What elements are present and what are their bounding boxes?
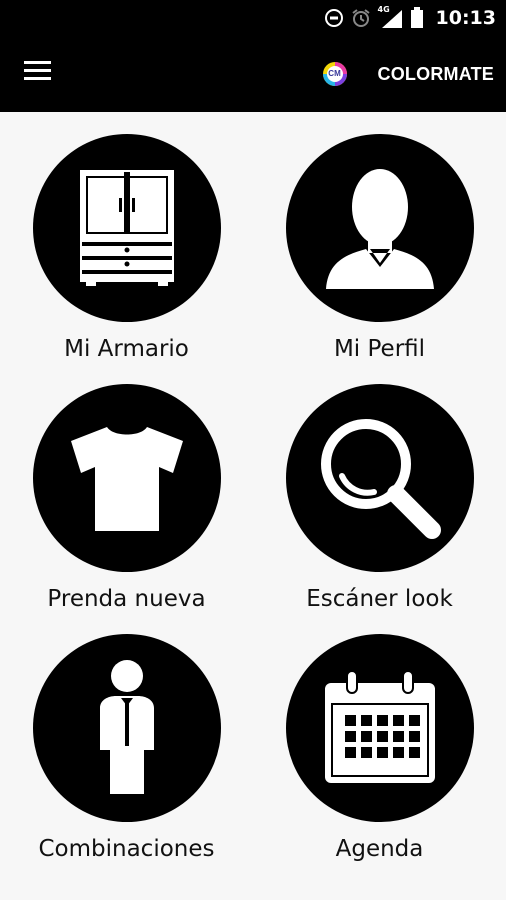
tshirt-icon	[70, 427, 183, 531]
mi-perfil-label: Mi Perfil	[333, 336, 426, 362]
sync-icon	[324, 8, 344, 28]
network-type-label: 4G	[377, 5, 390, 14]
battery-icon	[410, 7, 424, 29]
combinaciones-label: Combinaciones	[38, 836, 215, 862]
mi-armario-label: Mi Armario	[64, 336, 189, 362]
agenda-label: Agenda	[335, 836, 424, 862]
mi-armario-button[interactable]: Mi Armario	[0, 112, 253, 362]
logo-text: CM	[328, 69, 341, 78]
signal-icon: 4G	[377, 5, 404, 29]
hamburger-menu-icon[interactable]	[24, 60, 56, 86]
calendar-icon	[324, 670, 435, 783]
mi-armario-circle	[32, 134, 221, 322]
menu-grid: Mi Armario Mi Perfil Prenda nueva Escáne…	[0, 112, 506, 900]
mi-perfil-circle	[285, 134, 474, 322]
brand: CM COLORMATE	[322, 60, 494, 88]
prenda-nueva-circle	[32, 384, 221, 572]
combinaciones-button[interactable]: Combinaciones	[0, 612, 253, 862]
wardrobe-icon	[79, 170, 174, 286]
status-time: 10:13	[435, 7, 496, 29]
prenda-nueva-label: Prenda nueva	[47, 586, 206, 612]
escaner-look-button[interactable]: Escáner look	[253, 362, 506, 612]
prenda-nueva-button[interactable]: Prenda nueva	[0, 362, 253, 612]
escaner-look-circle	[285, 384, 474, 572]
mi-perfil-button[interactable]: Mi Perfil	[253, 112, 506, 362]
colormate-logo-icon: CM	[322, 61, 348, 87]
combinaciones-circle	[32, 634, 221, 822]
person-tie-icon	[99, 660, 154, 794]
app-title: COLORMATE	[377, 63, 494, 84]
alarm-icon	[350, 8, 372, 28]
app-bar: CM COLORMATE	[0, 36, 506, 112]
status-bar: 4G 10:13	[0, 0, 506, 36]
agenda-button[interactable]: Agenda	[253, 612, 506, 862]
magnifier-icon	[320, 419, 441, 539]
profile-icon	[325, 169, 434, 289]
agenda-circle	[285, 634, 474, 822]
escaner-look-label: Escáner look	[306, 586, 453, 612]
